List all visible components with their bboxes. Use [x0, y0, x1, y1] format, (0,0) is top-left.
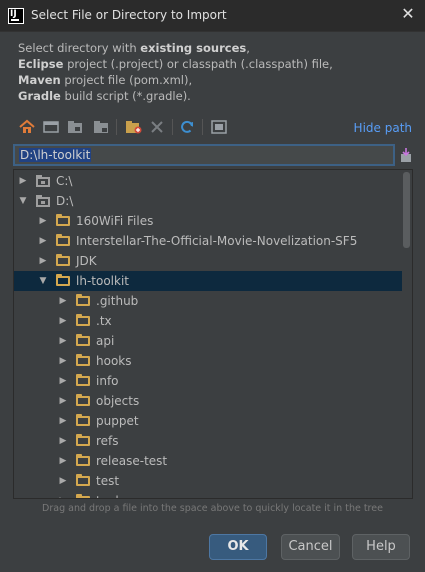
path-input[interactable]: D:\lh-toolkit	[13, 144, 395, 166]
tree-folder-row[interactable]: ▶ release-test	[14, 451, 402, 471]
tree-folder-row[interactable]: ▶ refs	[14, 431, 402, 451]
tree-folder-row[interactable]: ▶ info	[14, 371, 402, 391]
collapsed-arrow-icon[interactable]: ▶	[58, 296, 68, 306]
collapsed-arrow-icon[interactable]: ▶	[58, 476, 68, 486]
tree-folder-row[interactable]: ▶ tools	[14, 491, 402, 498]
tree-item-label: 160WiFi Files	[76, 214, 154, 228]
tree-folder-row[interactable]: ▶ puppet	[14, 411, 402, 431]
collapsed-arrow-icon[interactable]: ▶	[58, 496, 68, 498]
folder-icon	[76, 474, 90, 486]
drag-drop-hint: Drag and drop a file into the space abov…	[42, 503, 383, 514]
collapsed-arrow-icon[interactable]: ▶	[18, 176, 28, 186]
collapsed-arrow-icon[interactable]: ▶	[58, 396, 68, 406]
help-button[interactable]: Help	[352, 534, 410, 560]
expanded-arrow-icon[interactable]: ▼	[38, 276, 48, 286]
toolbar-separator	[202, 119, 203, 135]
drive-icon	[36, 194, 52, 207]
tree-item-label: refs	[96, 434, 119, 448]
tree-folder-row[interactable]: ▶ JDK	[14, 251, 402, 271]
toolbar-separator	[116, 119, 117, 135]
tree-item-label: lh-toolkit	[76, 274, 129, 288]
tree-folder-row[interactable]: ▶ hooks	[14, 351, 402, 371]
expanded-arrow-icon[interactable]: ▼	[18, 196, 28, 206]
tree-item-label: Interstellar-The-Official-Movie-Noveliza…	[76, 234, 358, 248]
tree-folder-row[interactable]: ▶ test	[14, 471, 402, 491]
path-input-value: D:\lh-toolkit	[19, 148, 92, 162]
ok-button[interactable]: OK	[209, 534, 267, 560]
tree-item-label: .github	[96, 294, 139, 308]
toolbar-separator	[172, 119, 173, 135]
collapsed-arrow-icon[interactable]: ▶	[38, 256, 48, 266]
title-bar: IJ Select File or Directory to Import ✕	[0, 0, 425, 32]
collapsed-arrow-icon[interactable]: ▶	[58, 356, 68, 366]
collapsed-arrow-icon[interactable]: ▶	[38, 236, 48, 246]
tree-folder-row[interactable]: ▼ lh-toolkit	[14, 271, 402, 291]
tree-drive-row[interactable]: ▼ D:\	[14, 191, 402, 211]
dialog-description: Select directory with existing sources, …	[18, 41, 333, 103]
home-icon[interactable]	[18, 118, 36, 136]
close-icon[interactable]: ✕	[399, 5, 417, 23]
folder-icon	[76, 454, 90, 466]
folder-icon	[76, 434, 90, 446]
new-folder-icon[interactable]	[124, 118, 142, 136]
folder-icon	[56, 234, 70, 246]
tree-folder-row[interactable]: ▶ api	[14, 331, 402, 351]
tree-folder-row[interactable]: ▶ .tx	[14, 311, 402, 331]
tree-item-label: .tx	[96, 314, 112, 328]
show-hidden-files-icon[interactable]	[210, 118, 228, 136]
collapsed-arrow-icon[interactable]: ▶	[58, 416, 68, 426]
tree-folder-row[interactable]: ▶ 160WiFi Files	[14, 211, 402, 231]
tree-item-label: api	[96, 334, 115, 348]
tree-item-label: objects	[96, 394, 140, 408]
hide-path-link[interactable]: Hide path	[354, 121, 412, 135]
folder-icon	[76, 494, 90, 498]
tree-item-label: D:\	[56, 194, 74, 208]
folder-icon	[56, 254, 70, 266]
tree-item-label: test	[96, 474, 120, 488]
folder-icon	[76, 374, 90, 386]
tree-drive-row[interactable]: ▶ C:\	[14, 171, 402, 191]
delete-icon[interactable]	[148, 118, 166, 136]
path-history-icon[interactable]	[399, 147, 413, 163]
folder-icon	[56, 274, 70, 286]
collapsed-arrow-icon[interactable]: ▶	[58, 376, 68, 386]
refresh-icon[interactable]	[178, 118, 196, 136]
tree-item-label: hooks	[96, 354, 132, 368]
dialog-title: Select File or Directory to Import	[31, 8, 227, 22]
project-folder-icon[interactable]	[66, 118, 84, 136]
file-tree[interactable]: ▶ C:\ ▼ D:\ ▶ 160WiFi Files ▶ Interstellar-The-…	[13, 169, 413, 499]
module-folder-icon[interactable]	[92, 118, 110, 136]
tree-folder-row[interactable]: ▶ .github	[14, 291, 402, 311]
tree-item-label: release-test	[96, 454, 168, 468]
collapsed-arrow-icon[interactable]: ▶	[58, 316, 68, 326]
tree-item-label: C:\	[56, 174, 73, 188]
tree-scrollbar[interactable]	[403, 172, 410, 248]
drive-icon	[36, 174, 52, 187]
folder-icon	[76, 414, 90, 426]
collapsed-arrow-icon[interactable]: ▶	[58, 456, 68, 466]
tree-item-label: puppet	[96, 414, 139, 428]
folder-icon	[76, 314, 90, 326]
folder-icon	[56, 214, 70, 226]
folder-icon	[76, 354, 90, 366]
collapsed-arrow-icon[interactable]: ▶	[38, 216, 48, 226]
intellij-app-icon: IJ	[8, 8, 24, 24]
tree-folder-row[interactable]: ▶ objects	[14, 391, 402, 411]
cancel-button[interactable]: Cancel	[281, 534, 340, 560]
tree-item-label: JDK	[76, 254, 97, 268]
collapsed-arrow-icon[interactable]: ▶	[58, 336, 68, 346]
folder-icon	[76, 394, 90, 406]
collapsed-arrow-icon[interactable]: ▶	[58, 436, 68, 446]
tree-folder-row[interactable]: ▶ Interstellar-The-Official-Movie-Noveliz…	[14, 231, 402, 251]
file-chooser-toolbar: Hide path	[12, 116, 416, 140]
desktop-icon[interactable]	[42, 118, 60, 136]
folder-icon	[76, 334, 90, 346]
tree-item-label: tools	[96, 494, 125, 498]
tree-item-label: info	[96, 374, 119, 388]
folder-icon	[76, 294, 90, 306]
